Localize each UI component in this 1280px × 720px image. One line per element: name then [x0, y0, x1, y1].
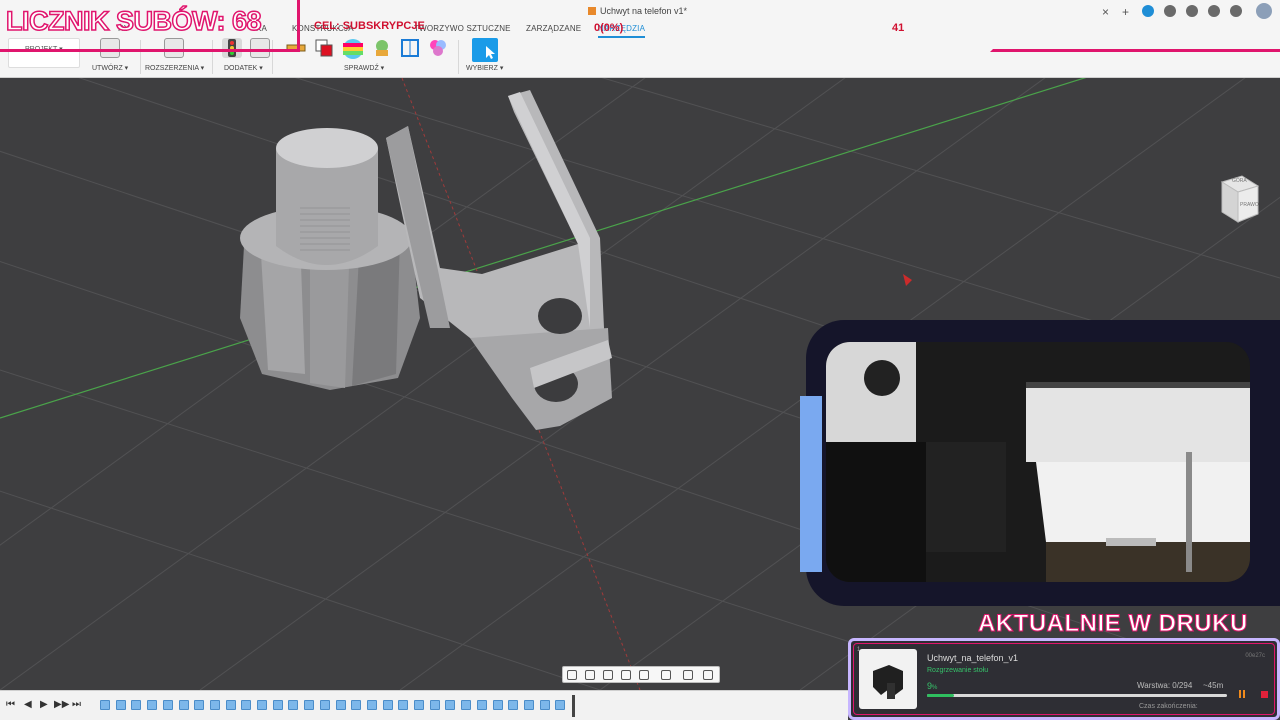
group-addon[interactable]: DODATEK ▾: [224, 64, 263, 72]
draft-analysis-icon[interactable]: [372, 38, 392, 58]
viewports-icon[interactable]: [703, 670, 713, 680]
timeline-feature[interactable]: [555, 700, 566, 710]
timeline-feature[interactable]: [131, 700, 142, 710]
sub-counter: LICZNIK SUBÓW: 68: [5, 5, 262, 37]
timeline-feature[interactable]: [445, 700, 456, 710]
job-percent-unit: %: [932, 685, 938, 691]
timeline-feature[interactable]: [194, 700, 205, 710]
timeline-bar: ⏮ ◀ ▶ ▶▶ ⏭: [0, 690, 848, 720]
viewport-navigation-bar: [562, 666, 720, 683]
divider: [458, 40, 459, 74]
timeline-feature[interactable]: [209, 700, 220, 710]
timeline-marker[interactable]: [572, 695, 575, 717]
timeline-feature[interactable]: [539, 700, 550, 710]
timeline-feature[interactable]: [335, 700, 346, 710]
tab-tworzywo[interactable]: TWORZYWO SZTUCZNE: [414, 24, 511, 33]
job-status: Rozgrzewanie stołu: [927, 667, 989, 674]
timeline-feature[interactable]: [319, 700, 330, 710]
group-inspect[interactable]: SPRAWDŹ ▾: [344, 64, 384, 72]
timeline-feature[interactable]: [115, 700, 126, 710]
document-title-text: Uchwyt na telefon v1*: [600, 6, 688, 16]
job-thumbnail: [859, 649, 917, 709]
job-end-time-label: Czas zakończenia:: [1139, 703, 1198, 710]
timeline-feature[interactable]: [366, 700, 377, 710]
fit-icon[interactable]: [639, 670, 649, 680]
job-progress-track: [927, 694, 1227, 697]
look-at-icon[interactable]: [585, 670, 595, 680]
group-extensions[interactable]: ROZSZERZENIA ▾: [145, 64, 204, 72]
pan-icon[interactable]: [603, 670, 613, 680]
job-progress-fill: [927, 694, 954, 697]
printer-webcam: [826, 342, 1250, 582]
app-window: Uchwyt na telefon v1* RY KA KONSTRUKCJA …: [0, 0, 1280, 720]
timeline-feature[interactable]: [272, 700, 283, 710]
timeline-feature[interactable]: [492, 700, 503, 710]
origin-marker: [903, 274, 912, 286]
zoom-icon[interactable]: [621, 670, 631, 680]
job-remaining-time: ~45m: [1203, 681, 1224, 690]
cursor-icon: [486, 46, 495, 59]
timeline-feature[interactable]: [257, 700, 267, 710]
select-button[interactable]: [472, 38, 498, 62]
section-analysis-icon[interactable]: [400, 38, 420, 58]
job-id: 00e27c: [1245, 653, 1265, 659]
timeline-feature[interactable]: [414, 700, 424, 710]
timeline-feature[interactable]: [225, 700, 236, 710]
print-job-card: 1 Uchwyt_na_telefon_v1 Rozgrzewanie stoł…: [848, 638, 1280, 720]
interference-icon[interactable]: [314, 38, 334, 58]
timeline-feature[interactable]: [241, 700, 252, 710]
document-icon: [588, 7, 596, 15]
timeline-feature[interactable]: [147, 700, 158, 710]
timeline-play-button[interactable]: ▶: [40, 699, 48, 710]
subscription-goal-progress: 0(0%): [594, 22, 624, 34]
timeline-prev-button[interactable]: ◀: [24, 699, 32, 710]
timeline-feature[interactable]: [382, 700, 393, 710]
timeline-feature[interactable]: [508, 700, 519, 710]
timeline-feature[interactable]: [461, 700, 472, 710]
job-layer: Warstwa: 0/294: [1137, 681, 1193, 690]
viewcube[interactable]: GÓRA PRAWO: [1218, 174, 1260, 224]
pause-icon[interactable]: [1237, 689, 1247, 699]
webcam-accent: [800, 396, 822, 572]
timeline-feature[interactable]: [100, 700, 110, 710]
curvature-icon[interactable]: [342, 38, 363, 59]
group-select[interactable]: WYBIERZ ▾: [466, 64, 503, 72]
job-name: Uchwyt_na_telefon_v1: [927, 653, 1019, 663]
timeline-first-button[interactable]: ⏮: [6, 699, 15, 710]
zebra-icon[interactable]: [428, 38, 448, 58]
document-title: Uchwyt na telefon v1*: [588, 6, 687, 16]
timeline-feature[interactable]: [476, 700, 487, 710]
now-printing-heading: AKTUALNIE W DRUKU: [978, 610, 1248, 638]
timeline-feature[interactable]: [429, 700, 440, 710]
subscription-goal-label: CEL: SUBSKRYPCJE: [314, 20, 425, 32]
subscription-goal-count: 41: [892, 22, 905, 34]
group-create[interactable]: UTWÓRZ ▾: [92, 64, 128, 72]
clamp-model[interactable]: [386, 90, 612, 430]
timeline-feature[interactable]: [162, 700, 173, 710]
timeline-feature[interactable]: [523, 700, 534, 710]
orbit-icon[interactable]: [567, 670, 577, 680]
tab-zarzadzane[interactable]: ZARZĄDZANE: [526, 24, 581, 33]
display-settings-icon[interactable]: [661, 670, 671, 680]
job-percent: 9%: [927, 681, 937, 691]
viewcube-top-label: GÓRA: [1232, 178, 1247, 184]
timeline-feature[interactable]: [304, 700, 315, 710]
timeline-feature[interactable]: [178, 700, 189, 710]
stop-icon[interactable]: [1261, 691, 1268, 698]
timeline-feature[interactable]: [351, 700, 362, 710]
timeline-last-button[interactable]: ⏭: [72, 699, 81, 710]
overlay-frame-right: [990, 0, 1280, 52]
timeline-feature[interactable]: [398, 700, 409, 710]
timeline-next-button[interactable]: ▶▶: [54, 699, 69, 710]
grid-settings-icon[interactable]: [683, 670, 693, 680]
timeline-feature[interactable]: [288, 700, 299, 710]
viewcube-front-label: PRAWO: [1240, 202, 1259, 208]
